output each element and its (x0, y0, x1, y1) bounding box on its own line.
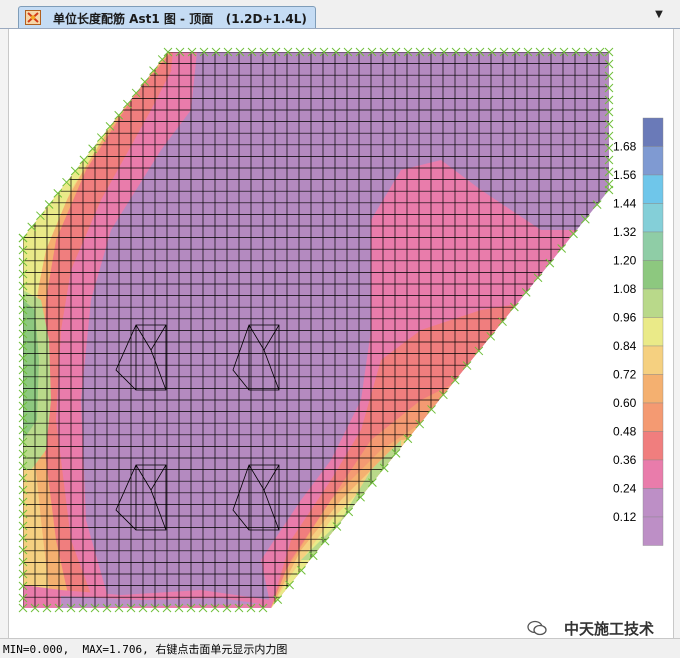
color-legend: 1.68 1.56 1.44 1.32 1.20 1.08 0.96 0.84 0.72 0.60… (613, 117, 664, 546)
tab-title: 单位长度配筋 Ast1 图 - 顶面 (1.2D+1.4L) (53, 12, 307, 26)
wechat-icon (527, 620, 547, 636)
left-panel-edge (0, 29, 8, 638)
legend-label: 0.72 (613, 368, 637, 382)
legend-swatch (642, 288, 664, 318)
legend-swatch (642, 260, 664, 290)
legend-label: 0.60 (613, 396, 637, 410)
legend-label: 1.56 (613, 168, 637, 182)
status-min-max: MIN=0.000, MAX=1.706, 右键点击面单元显示内力图 (3, 643, 288, 656)
legend-swatch (642, 317, 664, 347)
watermark-text: 中天施工技术 (563, 620, 654, 638)
legend-label: 0.24 (613, 482, 637, 496)
legend-label: 0.48 (613, 425, 637, 439)
legend-swatch (642, 431, 664, 461)
legend-label: 1.68 (613, 140, 637, 154)
legend-swatch (642, 117, 664, 147)
legend-label: 1.20 (613, 254, 637, 268)
legend-swatch (642, 459, 664, 489)
legend-label: 0.36 (613, 453, 637, 467)
legend-label: 1.08 (613, 282, 637, 296)
slab-contour-plot[interactable]: 1.68 1.56 1.44 1.32 1.20 1.08 0.96 0.84 0.72 0.60… (9, 29, 673, 638)
legend-swatch (642, 488, 664, 518)
legend-swatch (642, 402, 664, 432)
tab-ast1-contour[interactable]: 单位长度配筋 Ast1 图 - 顶面 (1.2D+1.4L) (18, 6, 316, 28)
legend-swatch (642, 174, 664, 204)
legend-swatch (642, 203, 664, 233)
app-logo-icon (25, 10, 41, 25)
legend-swatch (642, 516, 664, 546)
legend-swatch (642, 146, 664, 176)
legend-label: 0.84 (613, 339, 637, 353)
legend-swatch (642, 374, 664, 404)
legend-label: 0.12 (613, 510, 637, 524)
status-bar: MIN=0.000, MAX=1.706, 右键点击面单元显示内力图 (0, 638, 680, 658)
legend-swatch (642, 231, 664, 261)
tab-bar: 单位长度配筋 Ast1 图 - 顶面 (1.2D+1.4L) ▼ (0, 0, 680, 29)
contour-canvas[interactable]: 1.68 1.56 1.44 1.32 1.20 1.08 0.96 0.84 0.72 0.60… (8, 29, 674, 638)
chevron-down-icon[interactable]: ▼ (652, 9, 666, 21)
legend-label: 0.96 (613, 311, 637, 325)
legend-label: 1.44 (613, 197, 637, 211)
legend-swatch (642, 345, 664, 375)
legend-label: 1.32 (613, 225, 637, 239)
